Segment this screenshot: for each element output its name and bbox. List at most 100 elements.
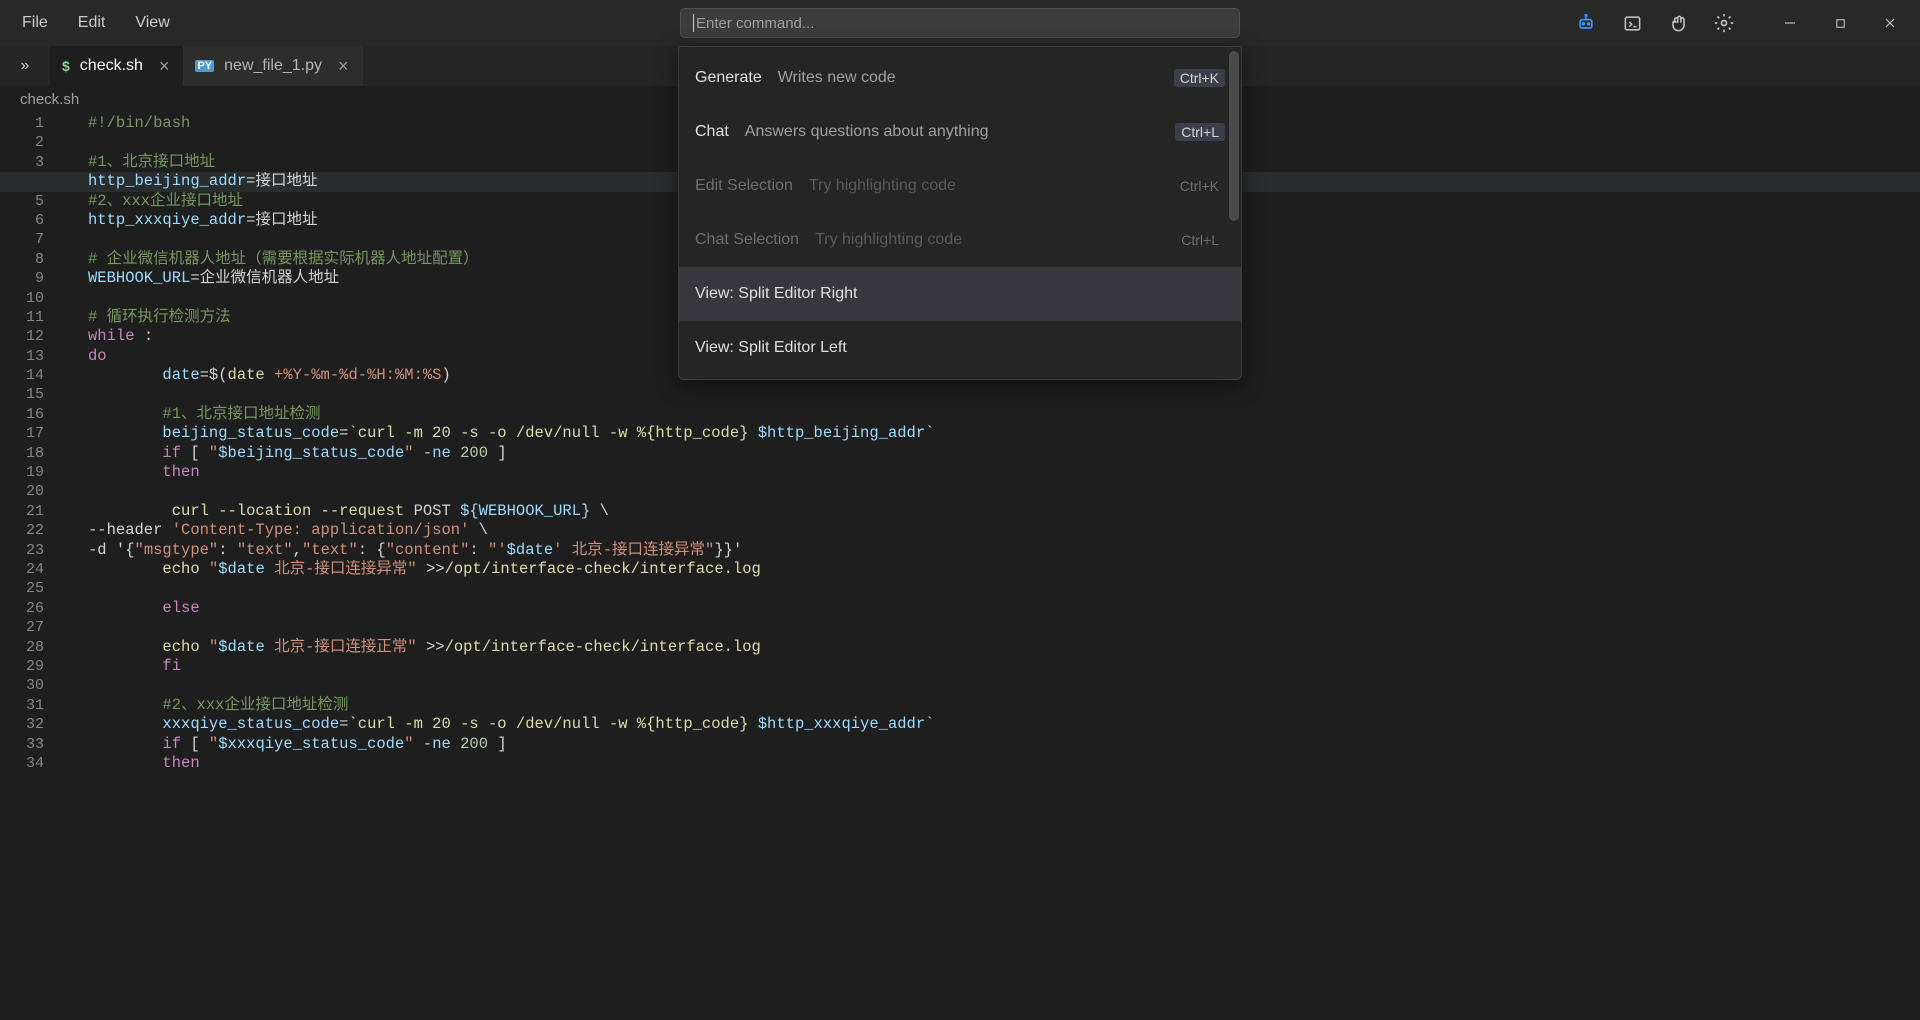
code-line: if [ "$xxxqiye_status_code" -ne 200 ]	[74, 735, 1920, 754]
palette-item-title: Chat	[695, 123, 729, 141]
line-number: 9	[0, 269, 74, 288]
code-line: #1、北京接口地址检测	[74, 405, 1920, 424]
code-line: curl --location --request POST ${WEBHOOK…	[74, 502, 1920, 521]
title-actions	[1576, 13, 1910, 33]
line-number: 22	[0, 521, 74, 540]
line-number: 7	[0, 230, 74, 249]
line-number: 29	[0, 657, 74, 676]
code-line	[74, 482, 1920, 501]
code-line	[74, 618, 1920, 637]
tab-overflow-button[interactable]: »	[0, 46, 50, 86]
tab-close-icon[interactable]: ×	[159, 56, 170, 77]
code-line: echo "$date 北京-接口连接异常" >>/opt/interface-…	[74, 560, 1920, 579]
menubar: File Edit View	[10, 14, 170, 32]
line-number: 24	[0, 560, 74, 579]
line-number: 5	[0, 192, 74, 211]
palette-item[interactable]: View: Split Editor Right	[679, 267, 1241, 321]
terminal-icon[interactable]	[1622, 13, 1642, 33]
palette-item-shortcut: Ctrl+K	[1174, 69, 1225, 87]
tab-close-icon[interactable]: ×	[338, 56, 349, 77]
line-number: 10	[0, 289, 74, 308]
shell-file-icon: $	[62, 58, 70, 74]
close-icon[interactable]	[1880, 13, 1900, 33]
palette-item-desc: Try highlighting code	[815, 231, 962, 249]
code-line: #2、xxx企业接口地址检测	[74, 696, 1920, 715]
command-palette: Generate Writes new code Ctrl+K Chat Answers…	[678, 46, 1242, 380]
code-line: xxxqiye_status_code=`curl -m 20 -s -o /d…	[74, 715, 1920, 734]
line-number: 11	[0, 308, 74, 327]
code-line: then	[74, 463, 1920, 482]
gear-icon[interactable]	[1714, 13, 1734, 33]
command-placeholder: Enter command...	[696, 15, 814, 32]
line-number: 12	[0, 327, 74, 346]
palette-item: Edit SelectionTry highlighting codeCtrl+…	[679, 159, 1241, 213]
code-line: -d '{"msgtype": "text","text": {"content…	[74, 541, 1920, 560]
code-line	[74, 579, 1920, 598]
menu-edit[interactable]: Edit	[78, 14, 106, 32]
line-number: 33	[0, 735, 74, 754]
line-number: 14	[0, 366, 74, 385]
code-line	[74, 676, 1920, 695]
code-line	[74, 385, 1920, 404]
text-cursor	[693, 14, 694, 32]
tab-check-sh[interactable]: $ check.sh ×	[50, 46, 183, 86]
palette-item-shortcut: Ctrl+L	[1175, 123, 1225, 141]
line-number: 15	[0, 385, 74, 404]
line-number: 8	[0, 250, 74, 269]
line-number: 32	[0, 715, 74, 734]
command-input[interactable]: Enter command...	[680, 8, 1240, 38]
line-number: 3	[0, 153, 74, 172]
palette-item-shortcut: Ctrl+L	[1175, 231, 1225, 249]
line-number: 21	[0, 502, 74, 521]
palette-item-title: Chat Selection	[695, 231, 799, 249]
tab-label: new_file_1.py	[224, 57, 322, 75]
palette-item-desc: Writes new code	[778, 69, 896, 87]
code-line: --header 'Content-Type: application/json…	[74, 521, 1920, 540]
code-line: beijing_status_code=`curl -m 20 -s -o /d…	[74, 424, 1920, 443]
palette-item-title: Generate	[695, 69, 762, 87]
line-number: 30	[0, 676, 74, 695]
maximize-icon[interactable]	[1830, 13, 1850, 33]
line-number: 26	[0, 599, 74, 618]
line-number: 27	[0, 618, 74, 637]
tab-new_file_1-py[interactable]: PY new_file_1.py ×	[183, 46, 362, 86]
tab-label: check.sh	[80, 57, 143, 75]
palette-item-shortcut: Ctrl+K	[1174, 177, 1225, 195]
line-number: 20	[0, 482, 74, 501]
menu-file[interactable]: File	[22, 14, 48, 32]
palette-item[interactable]: View: Split Editor Left	[679, 321, 1241, 375]
line-number: 25	[0, 579, 74, 598]
menu-view[interactable]: View	[135, 14, 169, 32]
palette-item-title: View: Split Editor Left	[695, 339, 847, 357]
clap-icon[interactable]	[1668, 13, 1688, 33]
palette-scrollbar[interactable]	[1229, 51, 1239, 221]
palette-item[interactable]: Generate Writes new code Ctrl+K	[679, 51, 1241, 105]
titlebar: File Edit View Enter command...	[0, 0, 1920, 46]
minimize-icon[interactable]	[1780, 13, 1800, 33]
line-number: 2	[0, 133, 74, 152]
palette-item-title: Edit Selection	[695, 177, 793, 195]
line-gutter: 1234567891011121314151617181920212223242…	[0, 112, 74, 1020]
code-line: echo "$date 北京-接口连接正常" >>/opt/interface-…	[74, 638, 1920, 657]
line-number: 6	[0, 211, 74, 230]
line-number: 1	[0, 114, 74, 133]
line-number: 13	[0, 347, 74, 366]
line-number: 19	[0, 463, 74, 482]
palette-item[interactable]: Chat Answers questions about anything Ctrl…	[679, 105, 1241, 159]
code-line: else	[74, 599, 1920, 618]
palette-item-title: View: Split Editor Right	[695, 285, 857, 303]
line-number: 34	[0, 754, 74, 773]
line-number: 18	[0, 444, 74, 463]
python-file-icon: PY	[195, 60, 214, 72]
line-number: 31	[0, 696, 74, 715]
code-line: if [ "$beijing_status_code" -ne 200 ]	[74, 444, 1920, 463]
palette-item-desc: Answers questions about anything	[745, 123, 989, 141]
code-line: fi	[74, 657, 1920, 676]
code-line: then	[74, 754, 1920, 773]
line-number: 17	[0, 424, 74, 443]
palette-item: Chat Selection Try highlighting code Ctrl+…	[679, 213, 1241, 267]
window-controls	[1780, 13, 1900, 33]
line-number: 16	[0, 405, 74, 424]
ai-robot-icon[interactable]	[1576, 13, 1596, 33]
line-number: 23	[0, 541, 74, 560]
